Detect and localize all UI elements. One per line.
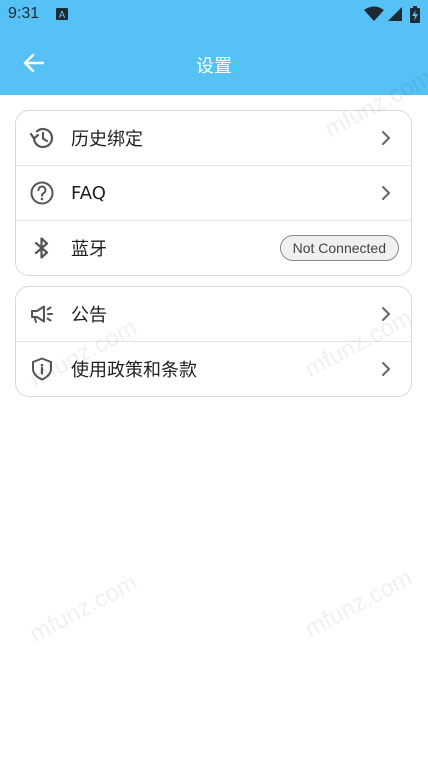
svg-text:A: A bbox=[59, 10, 66, 20]
chevron-right-icon bbox=[379, 130, 393, 146]
chevron-right-icon bbox=[379, 361, 393, 377]
settings-group-1: 历史绑定 FAQ 蓝牙 Not Connected bbox=[15, 110, 412, 276]
battery-charging-icon bbox=[410, 6, 420, 23]
bluetooth-status-badge: Not Connected bbox=[279, 235, 399, 261]
app-notification-icon: A bbox=[56, 8, 68, 20]
announcement-row[interactable]: 公告 bbox=[16, 287, 411, 341]
chevron-right-icon bbox=[379, 306, 393, 322]
bluetooth-row[interactable]: 蓝牙 Not Connected bbox=[16, 220, 411, 275]
page-title: 设置 bbox=[196, 56, 232, 77]
settings-group-2: 公告 使用政策和条款 bbox=[15, 286, 412, 397]
history-binding-row[interactable]: 历史绑定 bbox=[16, 111, 411, 165]
row-label: 历史绑定 bbox=[71, 129, 143, 150]
app-header: 9:31 A 设置 bbox=[0, 0, 428, 95]
status-bar: 9:31 A bbox=[0, 0, 428, 30]
shield-info-icon bbox=[29, 356, 55, 382]
history-icon bbox=[29, 125, 55, 151]
faq-row[interactable]: FAQ bbox=[16, 165, 411, 220]
watermark: mfunz.com bbox=[25, 569, 142, 649]
watermark: mfunz.com bbox=[300, 564, 417, 644]
row-label: 公告 bbox=[71, 305, 107, 326]
row-label: FAQ bbox=[71, 182, 106, 204]
terms-policy-row[interactable]: 使用政策和条款 bbox=[16, 341, 411, 396]
row-label: 蓝牙 bbox=[71, 239, 107, 260]
cellular-signal-icon bbox=[388, 7, 402, 21]
row-label: 使用政策和条款 bbox=[71, 360, 197, 381]
status-time: 9:31 bbox=[8, 5, 40, 22]
chevron-right-icon bbox=[379, 185, 393, 201]
megaphone-icon bbox=[29, 301, 55, 327]
wifi-icon bbox=[364, 6, 384, 21]
help-circle-icon bbox=[29, 180, 55, 206]
bluetooth-icon bbox=[29, 235, 55, 261]
